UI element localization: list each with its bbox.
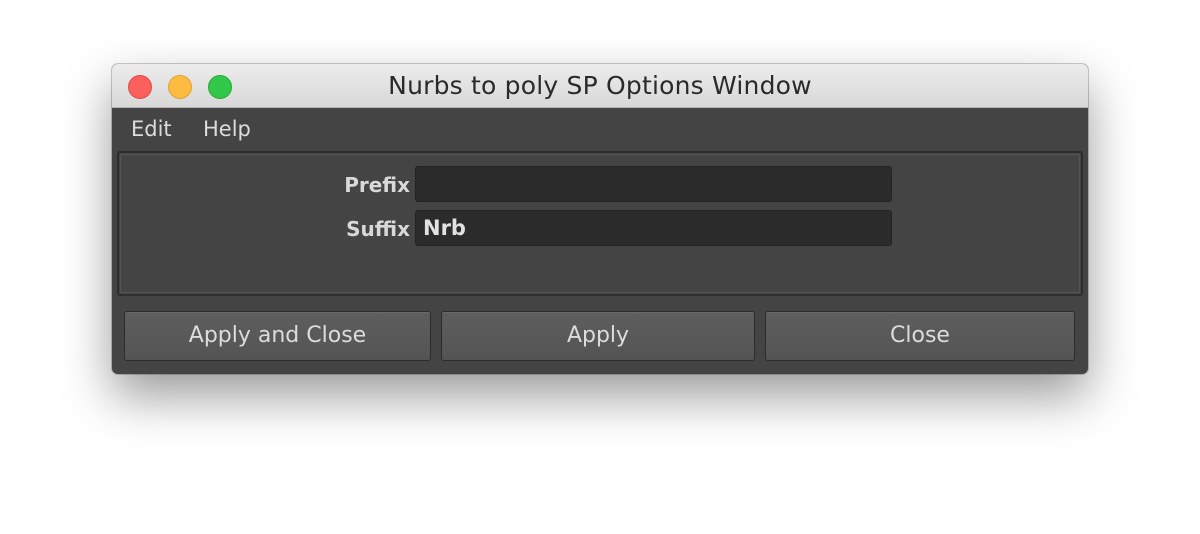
menu-help[interactable]: Help bbox=[203, 108, 251, 150]
close-button[interactable]: Close bbox=[765, 311, 1075, 361]
apply-and-close-button[interactable]: Apply and Close bbox=[124, 311, 431, 361]
prefix-label: Prefix bbox=[344, 173, 410, 197]
menu-edit[interactable]: Edit bbox=[131, 108, 172, 150]
window-zoom-button[interactable] bbox=[208, 75, 232, 99]
window-title: Nurbs to poly SP Options Window bbox=[388, 71, 812, 100]
window-close-button[interactable] bbox=[128, 75, 152, 99]
suffix-label: Suffix bbox=[346, 217, 410, 241]
suffix-input[interactable] bbox=[415, 210, 892, 246]
title-bar[interactable]: Nurbs to poly SP Options Window bbox=[112, 64, 1088, 108]
prefix-input[interactable] bbox=[415, 166, 892, 202]
menu-bar: Edit Help bbox=[112, 108, 1088, 150]
apply-button[interactable]: Apply bbox=[441, 311, 755, 361]
window-minimize-button[interactable] bbox=[168, 75, 192, 99]
options-window: Nurbs to poly SP Options Window Edit Hel… bbox=[112, 64, 1088, 374]
